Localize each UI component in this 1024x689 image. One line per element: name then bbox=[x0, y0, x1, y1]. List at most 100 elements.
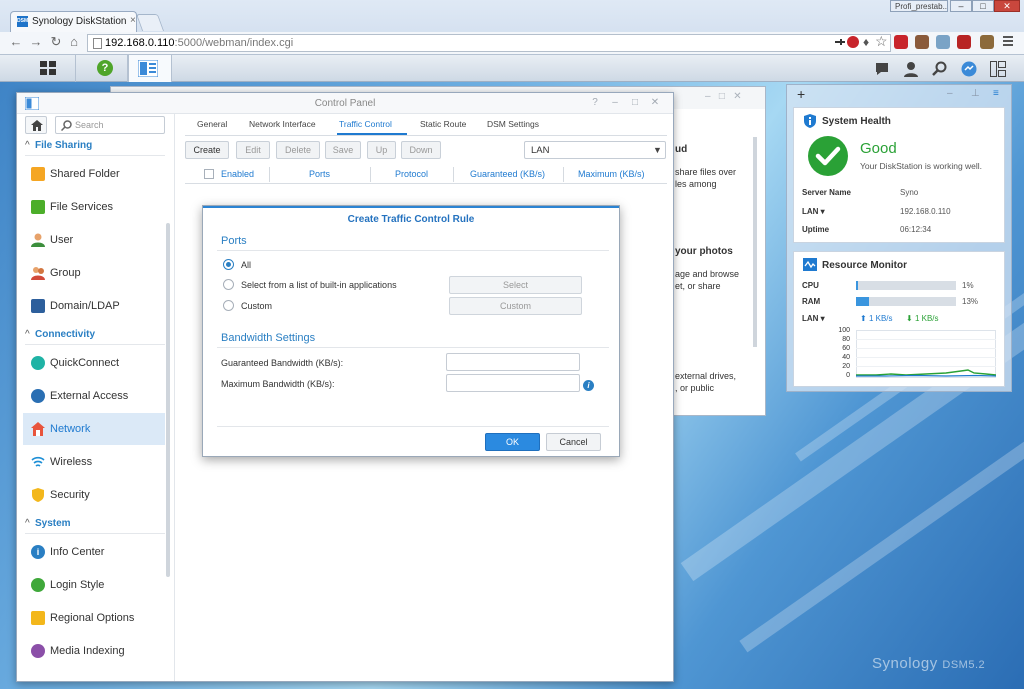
back-icon[interactable]: ← bbox=[8, 34, 24, 50]
window-minimize-button[interactable]: – bbox=[950, 0, 972, 12]
pin-icon[interactable] bbox=[835, 37, 845, 47]
column-enabled[interactable]: Enabled bbox=[221, 169, 254, 179]
down-button[interactable]: Down bbox=[401, 141, 441, 159]
browser-tab[interactable]: DSM Synology DiskStation - Sy × bbox=[10, 11, 137, 32]
up-button[interactable]: Up bbox=[367, 141, 396, 159]
background-text: les among bbox=[675, 179, 717, 189]
cancel-button[interactable]: Cancel bbox=[546, 433, 601, 451]
sidebar-item-security[interactable]: Security bbox=[23, 479, 165, 511]
window-maximize-button[interactable]: □ bbox=[972, 0, 994, 12]
sidebar-item-wireless[interactable]: Wireless bbox=[23, 446, 165, 478]
main-menu-button[interactable] bbox=[20, 55, 76, 82]
guaranteed-bandwidth-input[interactable] bbox=[446, 353, 580, 371]
help-taskbar-button[interactable]: ? bbox=[84, 55, 128, 82]
widgets-icon[interactable] bbox=[961, 61, 977, 77]
info-icon[interactable]: i bbox=[583, 380, 594, 391]
sidebar-item-regional-options[interactable]: Regional Options bbox=[23, 602, 165, 634]
sidebar-item-external-access[interactable]: External Access bbox=[23, 380, 165, 412]
adblock-icon[interactable] bbox=[894, 35, 908, 49]
sidebar-scrollbar[interactable] bbox=[166, 223, 170, 577]
maximize-icon[interactable]: □ bbox=[629, 97, 641, 109]
radio-custom-label[interactable]: Custom bbox=[241, 301, 272, 311]
cpu-label: CPU bbox=[802, 281, 819, 290]
clock-icon bbox=[31, 611, 45, 625]
sidebar-item-media-indexing[interactable]: Media Indexing bbox=[23, 635, 165, 667]
delete-button[interactable]: Delete bbox=[276, 141, 320, 159]
control-panel-taskbar-button[interactable] bbox=[128, 55, 172, 82]
edit-button[interactable]: Edit bbox=[236, 141, 270, 159]
help-icon: ? bbox=[97, 60, 113, 76]
notifications-icon[interactable] bbox=[874, 61, 890, 77]
sidebar-item-info-center[interactable]: i Info Center bbox=[23, 536, 165, 568]
interface-select[interactable]: LAN ▼ bbox=[524, 141, 666, 159]
y-tick: 100 bbox=[838, 327, 850, 334]
radio-builtin-apps[interactable] bbox=[223, 279, 234, 290]
column-maximum[interactable]: Maximum (KB/s) bbox=[578, 169, 645, 179]
tab-close-icon[interactable]: × bbox=[130, 15, 136, 26]
select-all-checkbox[interactable] bbox=[204, 169, 214, 179]
minimize-widget-icon[interactable]: – bbox=[947, 88, 953, 99]
profile-button[interactable]: Profi_prestab... bbox=[890, 0, 948, 12]
sidebar-item-quickconnect[interactable]: QuickConnect bbox=[23, 347, 165, 379]
user-icon bbox=[31, 233, 45, 247]
sidebar-item-login-style[interactable]: Login Style bbox=[23, 569, 165, 601]
block-icon[interactable] bbox=[847, 36, 859, 48]
reload-icon[interactable]: ↻ bbox=[48, 34, 64, 50]
monitor-chart-icon bbox=[803, 258, 817, 271]
lan-select[interactable]: LAN ▾ bbox=[802, 314, 825, 323]
sidebar-item-file-services[interactable]: File Services bbox=[23, 191, 165, 223]
control-panel-titlebar[interactable]: Control Panel ? – □ ✕ bbox=[17, 93, 673, 114]
home-icon[interactable]: ⌂ bbox=[66, 34, 82, 50]
sidebar-item-user[interactable]: User bbox=[23, 224, 165, 256]
tab-general[interactable]: General bbox=[197, 119, 227, 129]
sidebar-item-shared-folder[interactable]: Shared Folder bbox=[23, 158, 165, 190]
home-button[interactable] bbox=[25, 116, 47, 134]
instagram-icon[interactable] bbox=[915, 35, 929, 49]
help-icon[interactable]: ? bbox=[589, 97, 601, 109]
tab-static-route[interactable]: Static Route bbox=[420, 119, 466, 129]
extension-icon[interactable] bbox=[980, 35, 994, 49]
radio-all-label[interactable]: All bbox=[241, 260, 251, 270]
camera-icon[interactable] bbox=[936, 35, 950, 49]
user-icon[interactable] bbox=[903, 61, 919, 77]
sidebar-item-network[interactable]: Network bbox=[23, 413, 165, 445]
add-widget-icon[interactable]: + bbox=[797, 86, 805, 102]
column-guaranteed[interactable]: Guaranteed (KB/s) bbox=[470, 169, 545, 179]
sidebar: Search ^ File Sharing Shared Folder File … bbox=[17, 114, 175, 681]
tab-traffic-control[interactable]: Traffic Control bbox=[339, 119, 392, 129]
pin-widget-icon[interactable]: ⊥ bbox=[971, 88, 980, 99]
mic-icon[interactable]: ♦ bbox=[863, 35, 869, 49]
maximum-bandwidth-input[interactable] bbox=[446, 374, 580, 392]
sidebar-item-label: Network bbox=[50, 423, 91, 435]
custom-button[interactable]: Custom bbox=[449, 297, 582, 315]
layout-icon[interactable] bbox=[990, 61, 1006, 77]
lan-select[interactable]: LAN ▾ bbox=[802, 207, 825, 216]
ok-button[interactable]: OK bbox=[485, 433, 540, 451]
sidebar-item-group[interactable]: Group bbox=[23, 257, 165, 289]
guaranteed-bandwidth-label: Guaranteed Bandwidth (KB/s): bbox=[221, 358, 344, 368]
sidebar-item-domain-ldap[interactable]: Domain/LDAP bbox=[23, 290, 165, 322]
address-bar[interactable]: 192.168.0.110:5000/webman/index.cgi bbox=[87, 34, 891, 52]
column-ports[interactable]: Ports bbox=[309, 169, 330, 179]
widget-settings-icon[interactable]: ≡ bbox=[993, 88, 999, 99]
save-button[interactable]: Save bbox=[325, 141, 361, 159]
bookmark-star-icon[interactable]: ☆ bbox=[875, 33, 888, 50]
search-icon[interactable] bbox=[932, 61, 948, 77]
window-close-button[interactable]: ✕ bbox=[994, 0, 1020, 12]
extension-badge-icon[interactable] bbox=[957, 35, 971, 49]
close-icon[interactable]: ✕ bbox=[649, 97, 661, 109]
select-button[interactable]: Select bbox=[449, 276, 582, 294]
radio-custom[interactable] bbox=[223, 300, 234, 311]
radio-builtin-apps-label[interactable]: Select from a list of built-in applicati… bbox=[241, 280, 397, 290]
menu-icon[interactable] bbox=[1001, 34, 1015, 48]
page-icon bbox=[93, 38, 102, 49]
create-button[interactable]: Create bbox=[185, 141, 229, 159]
radio-all[interactable] bbox=[223, 259, 234, 270]
forward-icon[interactable]: → bbox=[28, 34, 44, 50]
column-protocol[interactable]: Protocol bbox=[395, 169, 428, 179]
minimize-icon[interactable]: – bbox=[609, 97, 621, 109]
background-scrollbar[interactable] bbox=[753, 137, 757, 347]
tab-dsm-settings[interactable]: DSM Settings bbox=[487, 119, 539, 129]
tab-network-interface[interactable]: Network Interface bbox=[249, 119, 316, 129]
search-input[interactable]: Search bbox=[55, 116, 165, 134]
